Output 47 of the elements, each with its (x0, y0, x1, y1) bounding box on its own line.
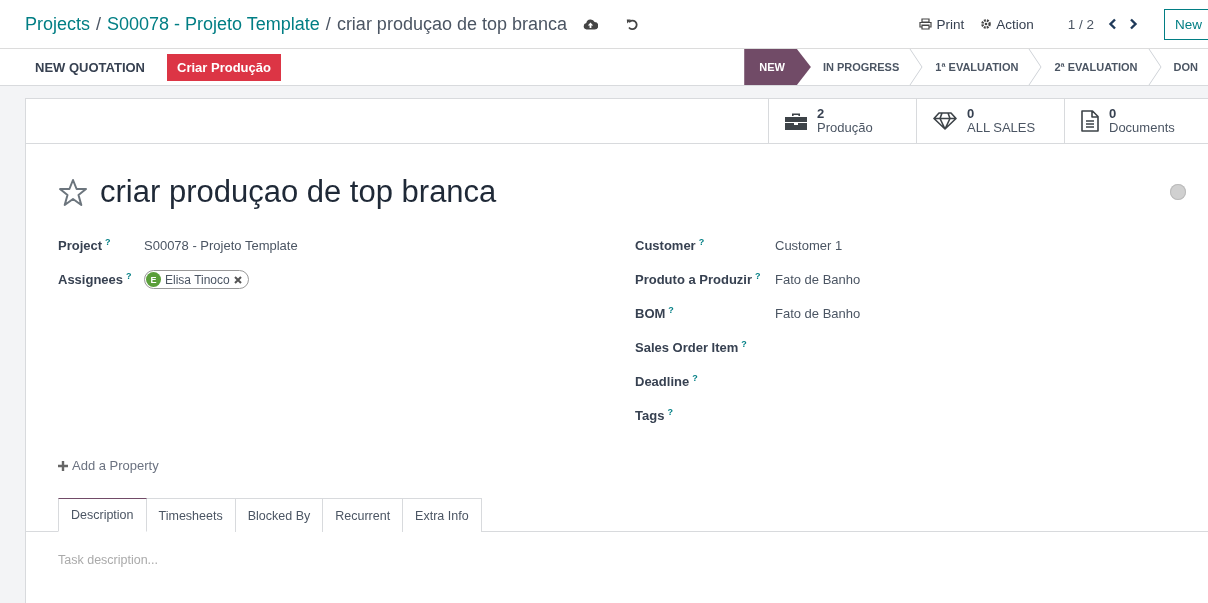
stage-step[interactable]: NEW (744, 49, 811, 85)
star-icon[interactable] (58, 177, 88, 207)
breadcrumb-separator: / (325, 13, 331, 35)
previous-icon[interactable] (1108, 18, 1117, 30)
diamond-icon (933, 112, 957, 130)
remove-icon[interactable] (233, 275, 242, 284)
field-label: BOM $^{?}$ (635, 304, 675, 322)
new-quotation-button[interactable]: NEW QUOTATION (35, 53, 155, 81)
field-label: Project $^{?}$ (58, 236, 112, 254)
printer-icon (919, 18, 933, 30)
create-production-button[interactable]: Criar Produção (167, 53, 281, 81)
undo-icon[interactable] (626, 17, 640, 31)
plus-icon (58, 460, 68, 471)
action-button[interactable]: Action (980, 16, 1034, 32)
gear-icon (980, 18, 993, 30)
field-value[interactable]: Fato de Banho (775, 271, 861, 287)
field-value[interactable]: S00078 - Projeto Template (144, 237, 298, 253)
briefcase-icon (785, 112, 807, 130)
tab[interactable]: Description (58, 498, 147, 532)
stat-button[interactable]: 2 Produção (768, 99, 916, 143)
breadcrumb-link[interactable]: Projects (25, 13, 91, 35)
document-icon (1081, 110, 1099, 132)
stat-button[interactable]: 0 ALL SALES (916, 99, 1064, 143)
field-label: Sales Order Item $^{?}$ (635, 338, 748, 356)
pager-counter: 1 / 2 (1067, 16, 1094, 32)
stat-button[interactable]: 0 Documents (1064, 99, 1208, 143)
breadcrumb-current: criar produçao de top branca (336, 13, 568, 35)
breadcrumb-link[interactable]: S00078 - Projeto Template (107, 13, 320, 35)
tab[interactable]: Timesheets (146, 498, 236, 532)
tab[interactable]: Recurrent (323, 498, 404, 532)
next-icon[interactable] (1129, 18, 1138, 30)
field-label: Deadline $^{?}$ (635, 372, 699, 390)
task-title[interactable]: criar produçao de top branca (100, 174, 497, 210)
avatar-initial: E (146, 272, 161, 288)
field-label: Customer $^{?}$ (635, 236, 706, 254)
tab[interactable]: Extra Info (403, 498, 482, 532)
field-label: Tags $^{?}$ (635, 406, 674, 424)
print-button[interactable]: Print (919, 16, 965, 32)
field-label: Produto a Produzir $^{?}$ (635, 270, 762, 288)
tab[interactable]: Blocked By (235, 498, 324, 532)
breadcrumb-separator: / (96, 13, 102, 35)
field-label: Assignees $^{?}$ (58, 270, 133, 288)
field-value[interactable]: Customer 1 (775, 237, 843, 253)
new-button[interactable]: New (1164, 8, 1208, 40)
cloud-upload-icon[interactable] (583, 18, 599, 30)
add-property-button[interactable]: Add a Property (58, 458, 159, 473)
field-value[interactable]: Fato de Banho (775, 305, 861, 321)
